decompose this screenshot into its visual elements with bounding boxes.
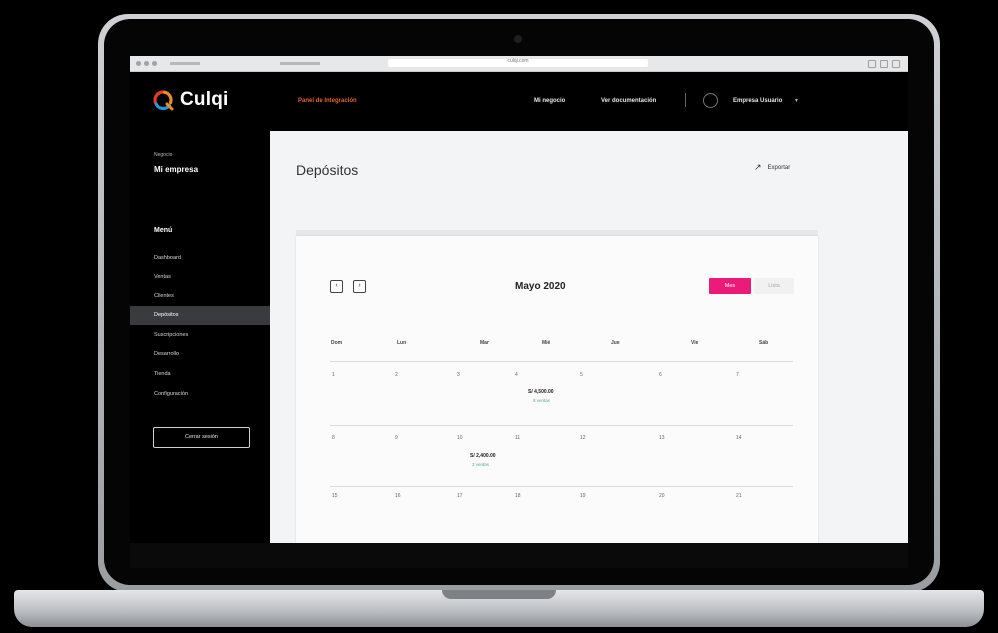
calendar-day[interactable]: 8 [332, 435, 335, 441]
deposit-event-detail: 3 ventas [472, 462, 490, 467]
maximize-window-icon[interactable] [152, 61, 157, 66]
chevron-down-icon[interactable]: ▾ [795, 97, 798, 104]
calendar-day[interactable]: 16 [395, 493, 401, 499]
logo-text: Culqi [180, 89, 229, 110]
sidebar-item-dashboard[interactable]: Dashboard [130, 249, 270, 268]
browser-tab[interactable] [280, 62, 320, 65]
camera-icon [514, 35, 522, 43]
browser-tab[interactable] [170, 62, 200, 65]
calendar-day[interactable]: 5 [580, 372, 583, 378]
new-tab-icon[interactable] [880, 60, 888, 68]
calendar-day[interactable]: 14 [736, 435, 742, 441]
screen: culqi.com Culqi Panel de Integración Mi … [130, 56, 908, 543]
deposit-event-amount[interactable]: S/ 2,400.00 [470, 453, 496, 459]
sidebar-item-configuracion[interactable]: Configuración [130, 385, 270, 404]
business-label: Negocio [154, 152, 173, 158]
calendar-day[interactable]: 9 [395, 435, 398, 441]
weekday-header: Mar [480, 340, 489, 346]
sidebar-item-tienda[interactable]: Tienda [130, 365, 270, 384]
sidebar-item-ventas[interactable]: Ventas [130, 268, 270, 287]
culqi-logo[interactable]: Culqi [152, 89, 229, 111]
calendar-day[interactable]: 20 [659, 493, 665, 499]
sidebar-item-depositos[interactable]: Depósitos [130, 306, 270, 325]
sidebar-item-label: Dashboard [154, 255, 181, 261]
calendar-day[interactable]: 11 [515, 435, 520, 441]
screen-bottom-bezel [130, 543, 908, 568]
laptop-notch [442, 590, 556, 599]
page-title: Depósitos [296, 162, 359, 178]
weekday-header: Dom [331, 340, 343, 346]
browser-toolbar: culqi.com [130, 56, 908, 72]
nav-link-documentacion[interactable]: Ver documentación [601, 98, 656, 104]
export-label: Exportar [767, 165, 791, 171]
tabs-icon[interactable] [892, 60, 900, 68]
calendar-day[interactable]: 7 [736, 372, 739, 378]
logout-button[interactable]: Cerrar sesión [153, 427, 250, 448]
calendar-day[interactable]: 18 [515, 493, 521, 499]
calendar-day[interactable]: 2 [395, 372, 398, 378]
culqi-logo-icon [153, 90, 174, 111]
share-icon[interactable] [868, 60, 876, 68]
sidebar-item-label: Desarrollo [154, 351, 180, 357]
prev-month-button[interactable]: ‹ [330, 280, 343, 293]
calendar-day[interactable]: 3 [457, 372, 460, 378]
calendar-day[interactable]: 19 [580, 493, 586, 499]
calendar-day[interactable]: 1 [332, 372, 335, 378]
sidebar: Negocio Mi empresa Menú Dashboard Ventas… [130, 131, 270, 543]
nav-divider [685, 93, 686, 107]
calendar-row-divider [330, 486, 793, 487]
calendar-row-divider [330, 361, 793, 362]
address-bar[interactable]: culqi.com [388, 58, 648, 67]
close-window-icon[interactable] [136, 61, 141, 66]
calendar-day[interactable]: 17 [457, 493, 463, 499]
arrow-up-right-icon: ↗ [754, 162, 762, 172]
top-navigation: Culqi Panel de Integración Mi negocio Ve… [130, 72, 908, 131]
sidebar-item-clientes[interactable]: Clientes [130, 287, 270, 306]
sidebar-item-label: Tienda [154, 371, 171, 377]
sidebar-item-label: Ventas [154, 274, 171, 280]
weekday-header: Sáb [759, 340, 769, 346]
month-title: Mayo 2020 [515, 281, 566, 292]
weekday-header: Jue [611, 340, 620, 346]
tab-list-view[interactable]: Lista [754, 278, 794, 294]
calendar-day[interactable]: 6 [659, 372, 662, 378]
deposit-event-detail: 8 ventas [533, 398, 551, 403]
sidebar-item-label: Configuración [154, 391, 188, 397]
nav-link-mi-negocio[interactable]: Mi negocio [534, 98, 565, 104]
calendar-day[interactable]: 10 [457, 435, 463, 441]
user-avatar-icon[interactable] [703, 93, 718, 108]
menu-title: Menú [154, 227, 173, 234]
weekday-header: Vie [691, 340, 699, 346]
calendar-day[interactable]: 15 [332, 493, 338, 499]
window-controls[interactable] [136, 61, 157, 66]
user-menu[interactable]: Empresa Usuario [733, 98, 782, 104]
calendar-day[interactable]: 13 [659, 435, 665, 441]
export-button[interactable]: ↗ Exportar [754, 162, 790, 173]
weekday-header: Mié [542, 340, 551, 346]
environment-link[interactable]: Panel de Integración [298, 98, 357, 104]
next-month-button[interactable]: › [353, 280, 366, 293]
url-text: culqi.com [507, 58, 529, 64]
sidebar-item-label: Clientes [154, 293, 174, 299]
tab-month-view[interactable]: Mes [709, 278, 751, 294]
minimize-window-icon[interactable] [144, 61, 149, 66]
business-name: Mi empresa [154, 165, 199, 174]
sidebar-item-desarrollo[interactable]: Desarrollo [130, 345, 270, 364]
sidebar-item-suscripciones[interactable]: Suscripciones [130, 326, 270, 345]
sidebar-item-label: Depósitos [154, 312, 179, 318]
calendar-day[interactable]: 21 [736, 493, 742, 499]
calendar-day[interactable]: 12 [580, 435, 586, 441]
deposit-event-amount[interactable]: S/ 4,500.00 [528, 389, 554, 395]
weekday-header: Lun [397, 340, 407, 346]
sidebar-item-label: Suscripciones [154, 332, 189, 338]
calendar-day[interactable]: 4 [515, 372, 518, 378]
calendar-row-divider [330, 425, 793, 426]
